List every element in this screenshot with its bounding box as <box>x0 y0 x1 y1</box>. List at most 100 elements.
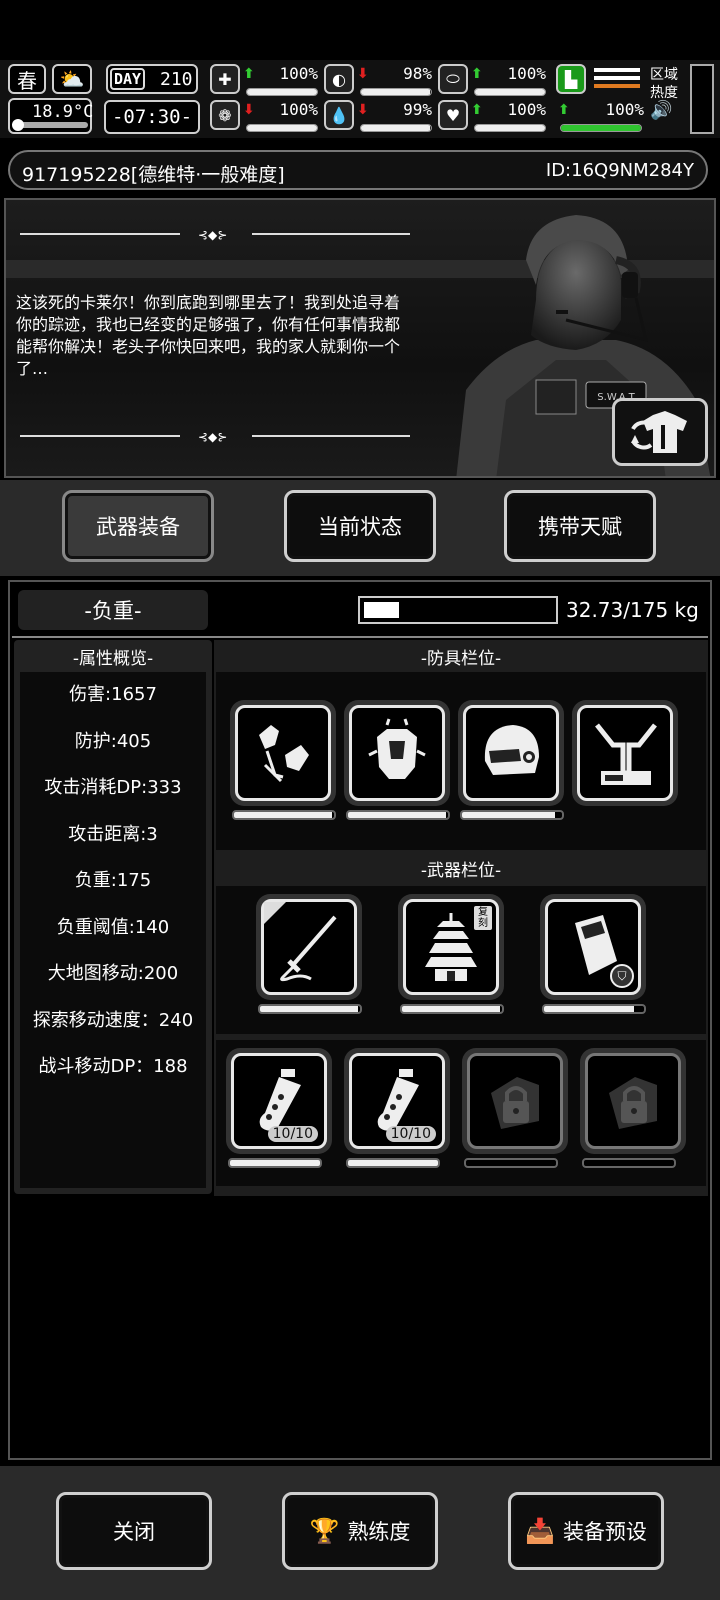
proficiency-label: 熟练度 <box>347 1520 411 1544</box>
armor-slot-shoulder[interactable] <box>230 700 336 806</box>
stat-medicine[interactable]: ⬭ ⬆ 100% <box>438 64 548 98</box>
character-id-bar: 917195228[德维特·一般难度] ID:16Q9NM284Y <box>8 150 708 190</box>
durability-bar <box>464 1158 558 1168</box>
attributes-header: -属性概览- <box>72 649 154 669</box>
tab-current-status[interactable]: 当前状态 <box>284 490 436 562</box>
load-progress-bar <box>358 596 558 624</box>
day-value: 210 <box>160 69 193 90</box>
attr-damage: 伤害:1657 <box>69 684 157 705</box>
close-label: 关闭 <box>113 1520 155 1544</box>
durability-bar <box>460 810 564 820</box>
arrow-up-icon: ⬆ <box>558 102 570 118</box>
attr-combat-move-dp: 战斗移动DP：188 <box>38 1056 188 1077</box>
armor-header: -防具栏位- <box>420 649 502 669</box>
brain-icon: ❁ <box>210 100 240 130</box>
stat-value: 100% <box>279 100 318 119</box>
load-progress-fill <box>364 602 400 618</box>
heart-icon: ♥ <box>438 100 468 130</box>
weapon-slot-pagoda[interactable]: 复刻 <box>398 894 504 1000</box>
item-count: 10/10 <box>385 1126 436 1142</box>
durability-bar <box>542 1004 646 1014</box>
armor-slot-chest[interactable] <box>344 700 450 806</box>
temperature-gauge: 18.9°C <box>8 98 94 134</box>
character-story-panel: ⊰◆⊱ 这该死的卡莱尔！你到底跑到哪里去了！我到处追寻着你的踪迹，我也已经变的足… <box>4 198 716 478</box>
stat-stamina[interactable]: ⬆ 100% <box>556 100 646 134</box>
attr-defense: 防护:405 <box>74 730 152 752</box>
stat-health[interactable]: ✚ ⬆ 100% <box>210 64 320 98</box>
chest-armor-icon <box>368 718 426 779</box>
item-count: 10/10 <box>267 1126 318 1142</box>
armor-slot-helmet[interactable] <box>458 700 564 806</box>
stat-hunger[interactable]: ◐ ⬇ 98% <box>324 64 434 98</box>
leg-armor-icon <box>595 723 657 785</box>
medkit-icon: ✚ <box>210 64 240 94</box>
stat-value: 99% <box>403 100 432 119</box>
tab-weapons-equipment[interactable]: 武器装备 <box>62 490 214 562</box>
consumable-slot-locked[interactable] <box>462 1048 568 1154</box>
tab-bar: 武器装备 当前状态 携带天赋 <box>0 480 720 576</box>
helmet-icon <box>484 725 539 775</box>
replica-tag: 复刻 <box>474 906 492 930</box>
arrow-down-icon: ⬇ <box>243 102 255 118</box>
arrow-down-icon: ⬇ <box>357 66 369 82</box>
speaker-icon[interactable]: 🔊 <box>650 102 694 120</box>
weapon-slot-shield[interactable]: ⛉ <box>540 894 646 1000</box>
region-heat-label: 区域 热度 🔊 <box>650 66 694 120</box>
attr-attack-range: 攻击距离:3 <box>68 823 158 845</box>
boot-icon: ▙ <box>556 64 586 94</box>
armor-section <box>216 672 706 850</box>
water-drop-icon: 💧 <box>324 100 354 130</box>
attr-attack-cost-dp: 攻击消耗DP:333 <box>44 777 182 798</box>
arrow-up-icon: ⬆ <box>243 66 255 82</box>
weapon-slot-katana[interactable] <box>256 894 362 1000</box>
divider-ornament: ⊰◆⊱ <box>20 228 410 242</box>
paw-badge-icon <box>264 902 286 924</box>
pill-icon: ⬭ <box>438 64 468 94</box>
status-bar: 春 ⛅ 18.9°C DAY 210 -07:30- ✚ ⬆ 100% ◐ ⬇ … <box>0 60 720 138</box>
stat-value: 100% <box>279 64 318 83</box>
close-button[interactable]: 关闭 <box>56 1492 212 1570</box>
arrow-up-icon: ⬆ <box>471 66 483 82</box>
region-heat-meter <box>690 64 714 134</box>
load-value: 32.73/175 kg <box>566 598 699 622</box>
consumable-slot-locked[interactable] <box>580 1048 686 1154</box>
outfit-swap-icon <box>631 411 687 453</box>
stat-thirst[interactable]: 💧 ⬇ 99% <box>324 100 434 134</box>
proficiency-button[interactable]: 🏆 熟练度 <box>282 1492 438 1570</box>
durability-bar <box>346 810 450 820</box>
player-id: ID:16Q9NM284Y <box>545 160 694 181</box>
thermometer-icon <box>12 119 24 131</box>
preset-label: 装备预设 <box>562 1520 647 1544</box>
weapons-section: 复刻 ⛉ <box>216 886 706 1034</box>
tab-carried-talents[interactable]: 携带天赋 <box>504 490 656 562</box>
attributes-panel: -属性概览- 伤害:1657 防护:405 攻击消耗DP:333 攻击距离:3 … <box>14 640 212 1194</box>
attributes-list: 伤害:1657 防护:405 攻击消耗DP:333 攻击距离:3 负重:175 … <box>20 672 206 1188</box>
arrow-up-icon: ⬆ <box>471 102 483 118</box>
shoulder-armor-icon <box>259 725 309 783</box>
lock-icon <box>491 1077 539 1129</box>
stat-value: 100% <box>605 100 644 119</box>
stamina-indicator[interactable]: ▙ <box>556 64 646 98</box>
attr-map-movement: 大地图移动:200 <box>47 963 179 984</box>
armor-slot-legs[interactable] <box>572 700 678 806</box>
temperature-value: 18.9°C <box>32 102 94 122</box>
trophy-icon: 🏆 <box>309 1517 340 1545</box>
divider-ornament: ⊰◆⊱ <box>20 430 410 444</box>
consumables-section: 10/10 10/10 <box>216 1040 706 1186</box>
consumable-slot-grenade[interactable]: 10/10 <box>226 1048 332 1154</box>
durability-bar <box>400 1004 504 1014</box>
character-dialogue: 这该死的卡莱尔！你到底跑到哪里去了！我到处追寻着你的踪迹，我也已经变的足够强了，… <box>16 293 401 378</box>
equipment-preset-button[interactable]: 📥 装备预设 <box>508 1492 664 1570</box>
lock-icon <box>609 1077 657 1129</box>
durability-bar <box>258 1004 362 1014</box>
stat-heart[interactable]: ♥ ⬆ 100% <box>438 100 548 134</box>
attr-load-threshold: 负重阈值:140 <box>56 916 170 938</box>
stat-value: 100% <box>507 100 546 119</box>
durability-bar <box>228 1158 322 1168</box>
load-label: -负重- <box>18 590 208 630</box>
consumable-slot-grenade[interactable]: 10/10 <box>344 1048 450 1154</box>
character-name: 917195228[德维特·一般难度] <box>22 164 285 186</box>
slots-area: -防具栏位- -武器栏位- 复刻 ⛉ 10/10 10/10 <box>214 640 708 1196</box>
stat-sanity[interactable]: ❁ ⬇ 100% <box>210 100 320 134</box>
change-outfit-button[interactable] <box>612 398 708 466</box>
